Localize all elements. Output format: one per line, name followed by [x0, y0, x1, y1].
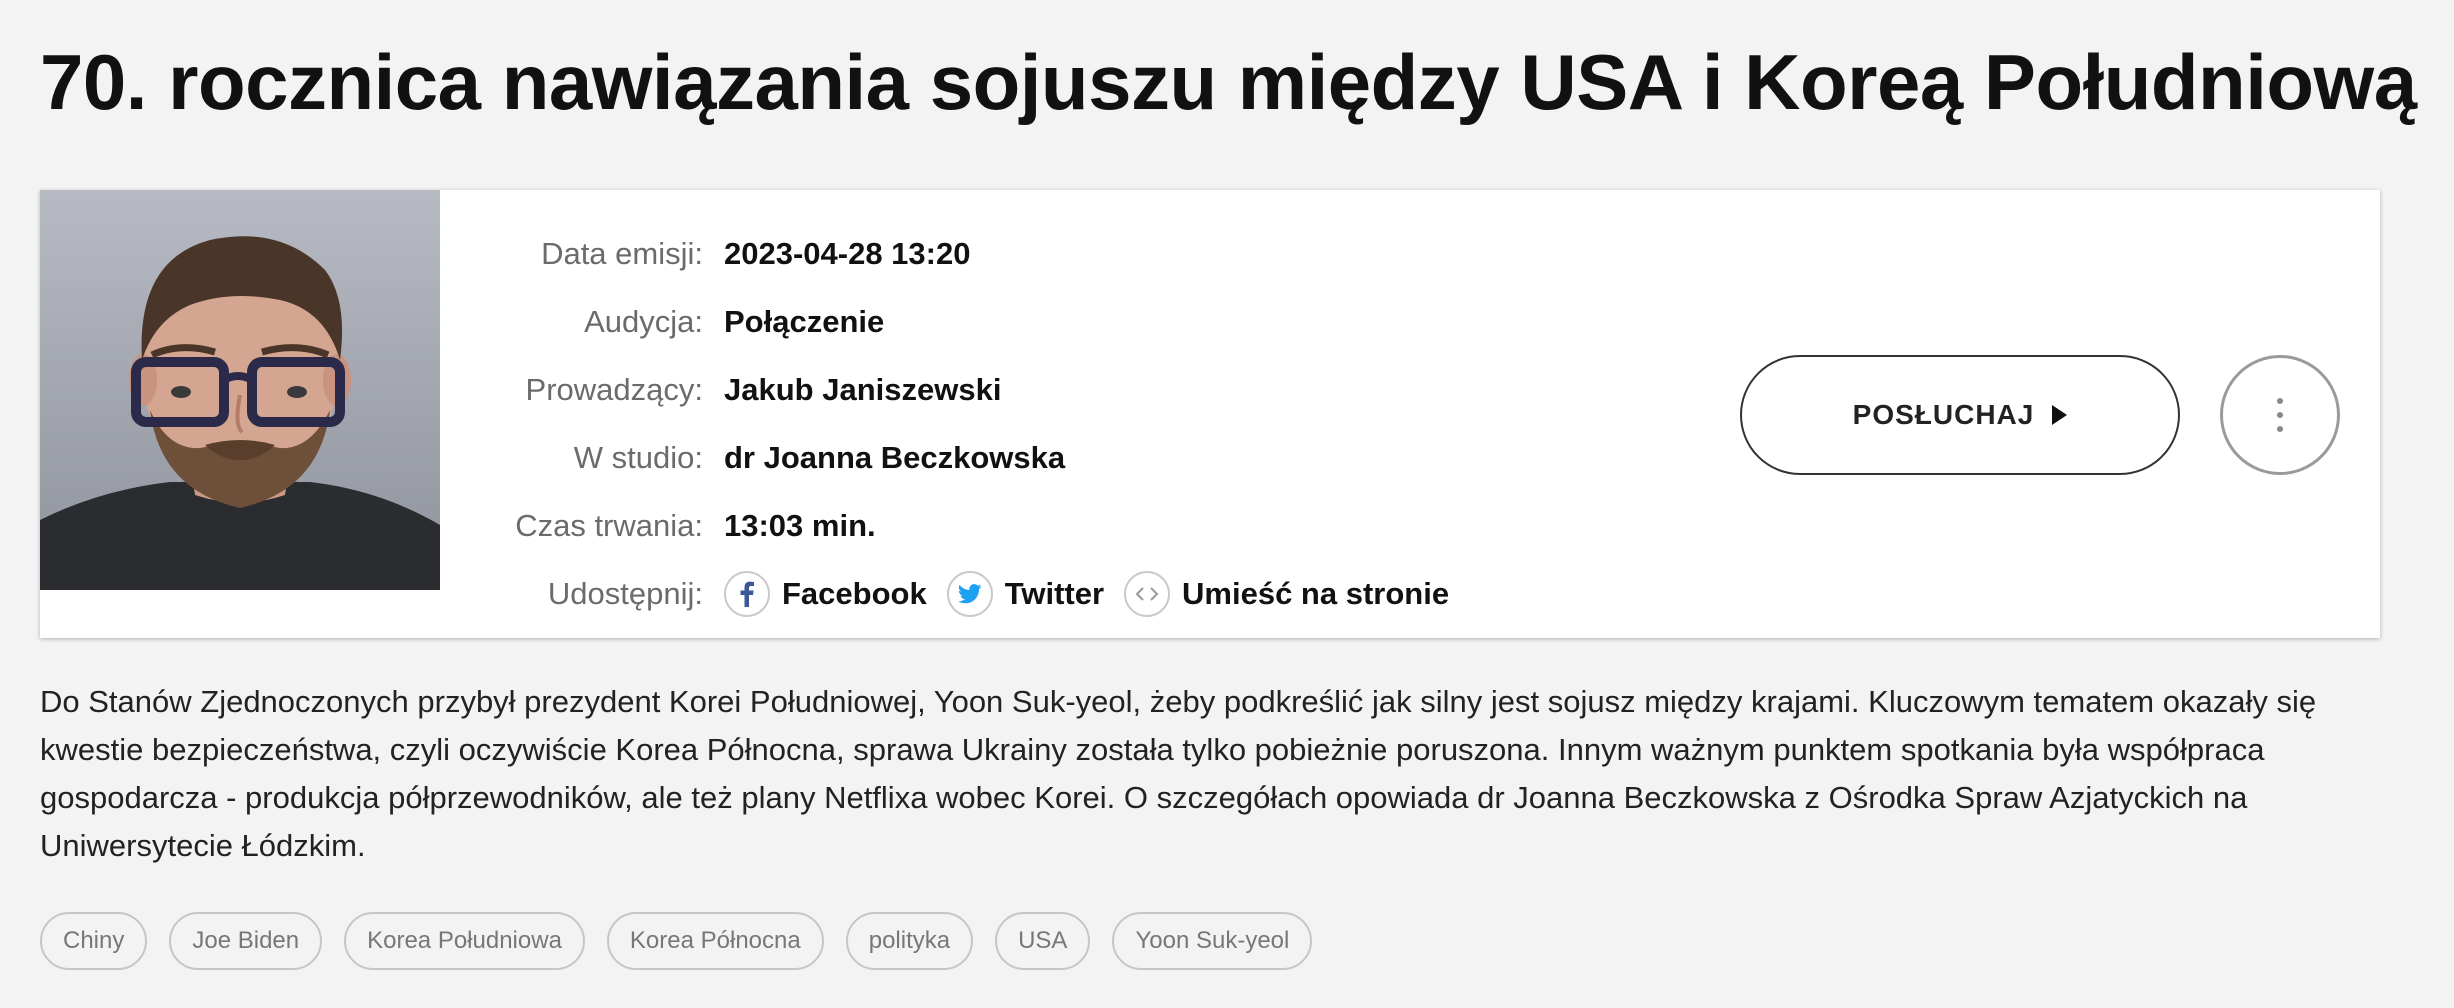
share-facebook-link[interactable]: Facebook [724, 571, 927, 617]
tag-chiny[interactable]: Chiny [40, 912, 148, 970]
meta-label: Czas trwania: [515, 508, 703, 543]
meta-row-guest: W studio: dr Joanna Beczkowska [440, 424, 1469, 492]
episode-card: Data emisji: 2023-04-28 13:20 Audycja: P… [40, 190, 2380, 638]
listen-button[interactable]: POSŁUCHAJ [1740, 355, 2180, 475]
meta-label: W studio: [573, 440, 703, 475]
meta-row-share: Udostępnij: Facebook Twitter Umieść na s… [440, 560, 1469, 628]
more-vertical-icon [2277, 412, 2283, 418]
tag-yoon-suk-yeol[interactable]: Yoon Suk-yeol [1112, 912, 1313, 970]
share-embed-link[interactable]: Umieść na stronie [1124, 571, 1449, 617]
share-label: Udostępnij: [547, 576, 703, 611]
meta-label: Audycja: [584, 304, 703, 339]
embed-code-icon [1124, 571, 1171, 617]
play-icon [2052, 405, 2068, 425]
meta-row-broadcast-date: Data emisji: 2023-04-28 13:20 [440, 220, 1469, 288]
episode-description: Do Stanów Zjednoczonych przybył prezyden… [40, 684, 2317, 863]
share-facebook-label: Facebook [782, 576, 927, 611]
host-portrait-image [40, 190, 440, 590]
host-photo [40, 190, 440, 590]
duration-value: 13:03 min. [724, 508, 876, 543]
episode-meta: Data emisji: 2023-04-28 13:20 Audycja: P… [440, 220, 1469, 628]
broadcast-date-value: 2023-04-28 13:20 [724, 236, 971, 271]
twitter-icon [946, 571, 993, 617]
tag-joe-biden[interactable]: Joe Biden [169, 912, 323, 970]
host-value: Jakub Janiszewski [724, 372, 1002, 407]
meta-row-program: Audycja: Połączenie [440, 288, 1469, 356]
tag-list: Chiny Joe Biden Korea Południowa Korea P… [40, 912, 1334, 970]
tag-usa[interactable]: USA [995, 912, 1091, 970]
program-value: Połączenie [724, 304, 885, 339]
meta-row-host: Prowadzący: Jakub Janiszewski [440, 356, 1469, 424]
meta-row-duration: Czas trwania: 13:03 min. [440, 492, 1469, 560]
tag-korea-poludniowa[interactable]: Korea Południowa [344, 912, 585, 970]
facebook-icon [724, 571, 770, 617]
meta-label: Prowadzący: [525, 372, 703, 407]
share-embed-label: Umieść na stronie [1182, 576, 1450, 611]
share-twitter-label: Twitter [1004, 576, 1105, 611]
more-vertical-icon [2277, 426, 2283, 432]
share-links: Facebook Twitter Umieść na stronie [724, 571, 1469, 617]
more-vertical-icon [2277, 398, 2283, 404]
tag-korea-polnocna[interactable]: Korea Północna [606, 912, 824, 970]
meta-label: Data emisji: [541, 236, 703, 271]
guest-value: dr Joanna Beczkowska [724, 440, 1066, 475]
share-twitter-link[interactable]: Twitter [946, 571, 1105, 617]
more-options-button[interactable] [2220, 355, 2340, 475]
page-title: 70. rocznica nawiązania sojuszu między U… [40, 38, 2417, 126]
listen-button-label: POSŁUCHAJ [1852, 399, 2035, 430]
tag-polityka[interactable]: polityka [845, 912, 974, 970]
